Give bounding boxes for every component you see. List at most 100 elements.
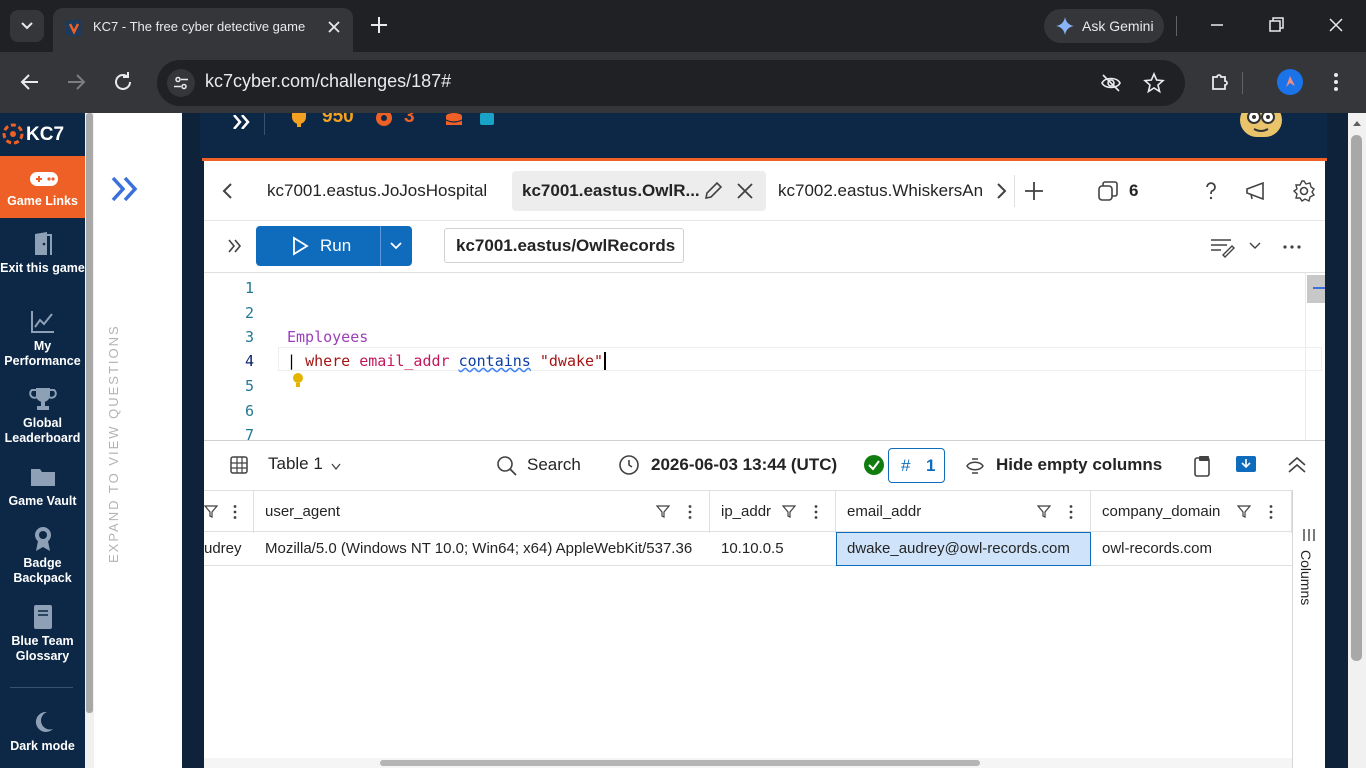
expand-questions-label[interactable]: EXPAND TO VIEW QUESTIONS [106, 324, 121, 563]
tab-search-button[interactable] [10, 10, 44, 42]
collapse-results-icon[interactable] [1286, 455, 1308, 475]
site-info-button[interactable] [167, 69, 195, 97]
column-header-email-addr[interactable]: email_addr [837, 491, 1091, 533]
double-chevron-right-icon[interactable] [110, 176, 140, 202]
code-table-name: Employees [287, 328, 369, 346]
scroll-up-arrow-icon[interactable] [1352, 119, 1362, 127]
column-title: company_domain [1102, 503, 1221, 520]
column-header-user-agent[interactable]: user_agent [255, 491, 710, 533]
settings-gear-icon[interactable] [1292, 179, 1316, 203]
feedback-megaphone-icon[interactable] [1244, 179, 1268, 203]
tab-count: 6 [1129, 181, 1139, 200]
cell-user-agent[interactable]: Mozilla/5.0 (Windows NT 10.0; Win64; x64… [255, 532, 710, 565]
result-table-selector[interactable]: Table 1 [268, 454, 323, 474]
tabs-scroll-left-icon[interactable] [216, 179, 240, 203]
extensions-icon[interactable] [1208, 70, 1232, 94]
filter-icon[interactable] [782, 504, 796, 518]
columns-side-panel[interactable]: Columns [1292, 490, 1325, 768]
notebook-icon[interactable] [478, 113, 496, 127]
minimize-icon[interactable] [1206, 14, 1228, 36]
eye-off-icon[interactable] [1100, 72, 1122, 94]
left-nav-scroll-thumb[interactable] [86, 113, 93, 713]
filter-icon[interactable] [1237, 504, 1251, 518]
kc7-logo[interactable]: KC7 [0, 122, 85, 148]
nav-my-performance[interactable]: My Performance [0, 309, 85, 369]
bookmark-star-icon[interactable] [1143, 72, 1165, 94]
cell-partial[interactable]: udrey [204, 532, 254, 565]
new-tab-icon[interactable] [368, 14, 390, 36]
left-nav-scrollbar[interactable] [85, 113, 94, 768]
filter-icon[interactable] [204, 504, 218, 518]
address-bar[interactable]: kc7cyber.com/challenges/187# [157, 60, 1185, 106]
page-scrollbar[interactable] [1348, 113, 1366, 768]
expand-pane-icon[interactable] [224, 235, 246, 257]
grid-scroll-thumb[interactable] [380, 760, 980, 766]
row-count-badge[interactable]: # 1 [888, 448, 945, 483]
export-results-icon[interactable] [1234, 453, 1258, 477]
profile-avatar[interactable] [1277, 69, 1303, 95]
nav-badge-backpack[interactable]: Badge Backpack [0, 526, 85, 586]
table-dropdown-chevron-icon[interactable] [330, 462, 342, 472]
query-tab-owlrecords[interactable]: kc7001.eastus.OwlR... [512, 171, 766, 211]
grid-horizontal-scrollbar[interactable] [204, 758, 1292, 768]
collapse-sidebar-icon[interactable] [232, 115, 254, 129]
query-editor[interactable]: 1 2 3 4 5 6 7 Employees | where email_ad… [204, 272, 1325, 444]
query-tab-jojoshospital[interactable]: kc7001.eastus.JoJosHospital [257, 171, 497, 211]
nav-dark-mode[interactable]: Dark mode [0, 709, 85, 754]
column-header-partial[interactable] [204, 491, 254, 533]
nav-exit-game[interactable]: Exit this game [0, 231, 85, 276]
column-menu-icon[interactable] [683, 504, 697, 520]
table-row[interactable]: udrey Mozilla/5.0 (Windows NT 10.0; Win6… [204, 532, 1292, 566]
cell-email-addr[interactable]: dwake_audrey@owl-records.com [836, 532, 1091, 566]
editor-scrollbar[interactable] [1305, 273, 1325, 441]
ask-gemini-button[interactable]: Ask Gemini [1044, 9, 1164, 43]
run-query-button[interactable]: Run [256, 226, 412, 266]
add-tab-icon[interactable] [1022, 179, 1046, 203]
format-query-icon[interactable] [1209, 235, 1235, 259]
close-window-icon[interactable] [1325, 14, 1347, 36]
filter-icon[interactable] [656, 504, 670, 518]
nav-global-leaderboard[interactable]: Global Leaderboard [0, 386, 85, 446]
help-icon[interactable] [1199, 179, 1223, 203]
lightbulb-icon[interactable] [291, 372, 305, 390]
column-menu-icon[interactable] [228, 504, 242, 520]
run-options-chevron-icon[interactable] [388, 239, 404, 253]
cell-ip-addr[interactable]: 10.10.0.5 [711, 532, 836, 565]
cell-company-domain[interactable]: owl-records.com [1092, 532, 1292, 565]
browser-tab-kc7[interactable]: KC7 - The free cyber detective game [53, 8, 353, 52]
database-icon[interactable] [444, 113, 464, 127]
reload-icon[interactable] [111, 70, 135, 94]
more-options-icon[interactable] [1281, 236, 1303, 258]
close-tab-icon[interactable] [325, 18, 343, 36]
rename-pencil-icon[interactable] [702, 180, 724, 202]
nav-blue-team-glossary[interactable]: Blue Team Glossary [0, 604, 85, 664]
more-menu-icon[interactable] [1324, 70, 1348, 94]
column-menu-icon[interactable] [1264, 504, 1278, 520]
filter-icon[interactable] [1037, 504, 1051, 518]
nav-label-game-links: Game Links [7, 194, 78, 208]
tabs-scroll-right-icon[interactable] [989, 179, 1013, 203]
close-query-tab-icon[interactable] [734, 180, 756, 202]
copy-clipboard-icon[interactable] [1192, 454, 1214, 478]
tab-list-icon[interactable] [1096, 179, 1120, 203]
restore-icon[interactable] [1265, 14, 1287, 36]
search-results-button[interactable]: Search [527, 455, 581, 475]
search-icon[interactable] [496, 455, 518, 477]
hide-empty-columns-button[interactable]: Hide empty columns [996, 455, 1162, 475]
page-scroll-thumb[interactable] [1351, 135, 1362, 661]
column-menu-icon[interactable] [1064, 504, 1078, 520]
column-header-ip-addr[interactable]: ip_addr [711, 491, 836, 533]
user-avatar[interactable] [1240, 113, 1282, 137]
nav-game-vault[interactable]: Game Vault [0, 464, 85, 509]
questions-panel[interactable]: EXPAND TO VIEW QUESTIONS [94, 113, 182, 768]
query-tab-whiskers[interactable]: kc7002.eastus.WhiskersAn [768, 171, 988, 211]
editor-scroll-thumb[interactable] [1307, 275, 1325, 303]
forward-arrow-icon[interactable] [64, 70, 88, 94]
nav-game-links[interactable]: Game Links [0, 156, 85, 218]
format-options-chevron-icon[interactable] [1248, 240, 1262, 252]
back-arrow-icon[interactable] [18, 70, 42, 94]
database-selector[interactable]: kc7001.eastus/OwlRecords [444, 228, 684, 263]
column-header-company-domain[interactable]: company_domain [1092, 491, 1292, 533]
nav-label-vault: Game Vault [8, 494, 77, 508]
column-menu-icon[interactable] [809, 504, 823, 520]
